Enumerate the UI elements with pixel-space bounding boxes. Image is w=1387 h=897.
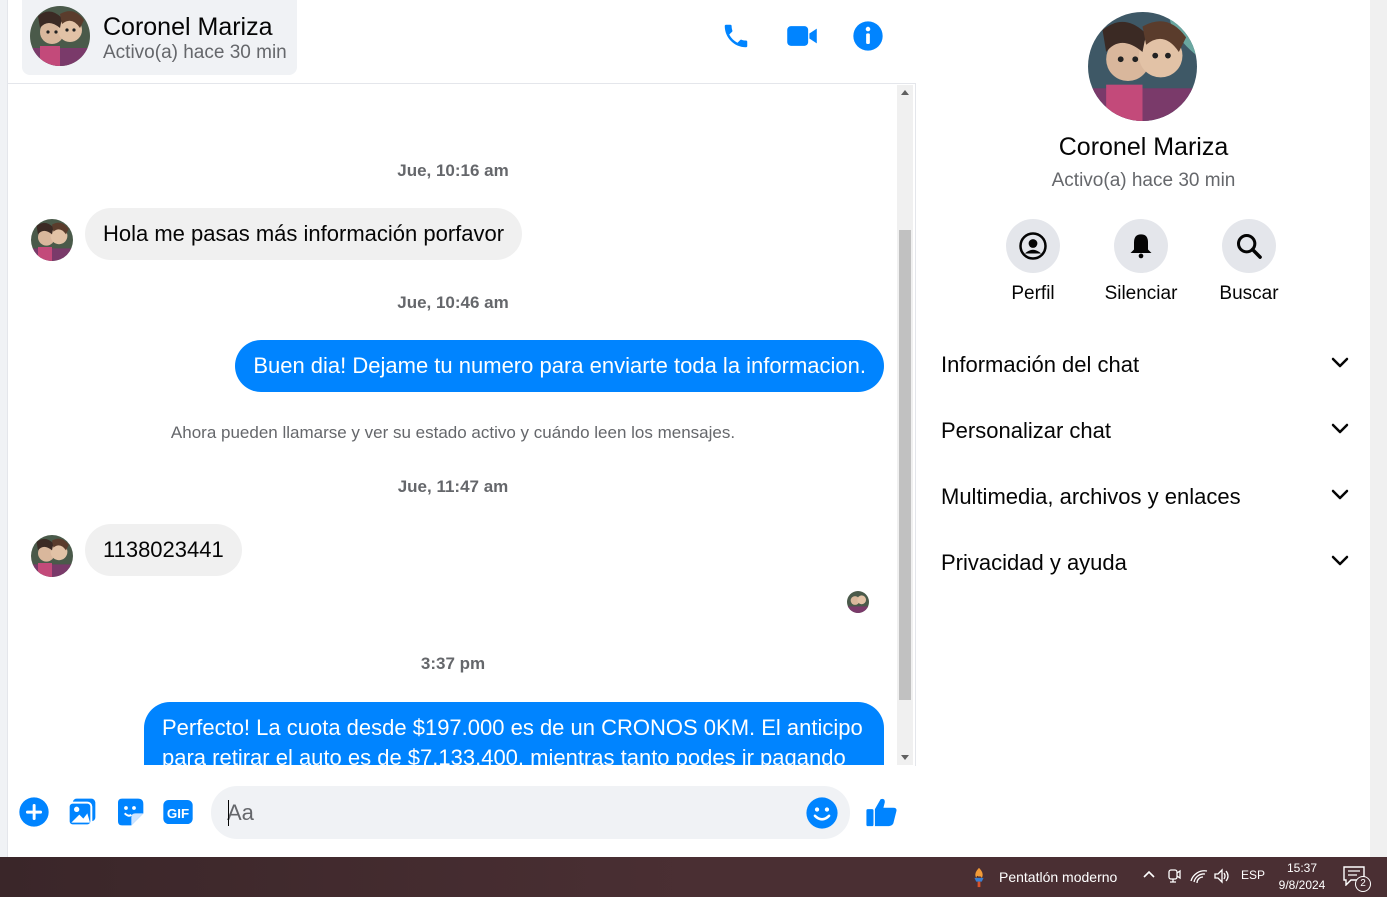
timestamp: Jue, 10:16 am xyxy=(397,161,509,180)
profile-label: Perfil xyxy=(1011,283,1055,304)
video-icon[interactable] xyxy=(784,18,820,54)
avatar[interactable] xyxy=(31,219,73,261)
message-line: Perfecto! La cuota desde $197.000 es de … xyxy=(162,715,863,740)
read-receipt-avatar xyxy=(847,591,869,613)
message-line: para retirar el auto es de $7.133.400, m… xyxy=(162,745,846,765)
notification-badge: 2 xyxy=(1355,876,1371,892)
chevron-down-icon xyxy=(1331,422,1349,440)
avatar[interactable] xyxy=(30,6,90,66)
taskbar-news-widget[interactable]: Pentatlón moderno xyxy=(968,866,1117,888)
contact-name: Coronel Mariza xyxy=(103,13,273,41)
mute-label: Silenciar xyxy=(1104,283,1178,304)
composer: GIF xyxy=(8,766,916,857)
clock-time: 15:37 xyxy=(1286,861,1318,875)
volume-icon[interactable] xyxy=(1213,868,1231,887)
message-outgoing[interactable]: Buen dia! Dejame tu numero para enviarte… xyxy=(235,340,884,392)
timestamp: Jue, 10:46 am xyxy=(397,293,509,312)
profile-icon[interactable] xyxy=(1006,219,1060,273)
profile-name: Coronel Mariza xyxy=(1058,133,1229,161)
message-list[interactable]: Jue, 10:16 am Hola me pasas más informac… xyxy=(8,85,898,765)
window-scrollbar[interactable] xyxy=(1370,0,1387,857)
thumbs-up-icon[interactable] xyxy=(865,795,899,829)
timestamp: 3:37 pm xyxy=(420,654,486,673)
chat-scrollbar[interactable] xyxy=(897,85,913,765)
photo-icon[interactable] xyxy=(65,795,99,829)
avatar[interactable] xyxy=(1088,12,1197,121)
section-label: Multimedia, archivos y enlaces xyxy=(941,484,1241,509)
message-incoming[interactable]: Hola me pasas más información porfavor xyxy=(85,208,523,260)
message-input-wrap[interactable] xyxy=(211,786,850,839)
scroll-up-arrow[interactable] xyxy=(901,90,909,95)
sticker-icon[interactable] xyxy=(113,795,147,829)
contact-status: Activo(a) hace 30 min xyxy=(103,42,287,63)
system-notice: Ahora pueden llamarse y ver su estado ac… xyxy=(170,423,736,442)
profile-status: Activo(a) hace 30 min xyxy=(1051,170,1236,191)
section-chat-info[interactable]: Información del chat xyxy=(941,342,1349,388)
timestamp: Jue, 11:47 am xyxy=(397,477,509,496)
message-outgoing[interactable]: Perfecto! La cuota desde $197.000 es de … xyxy=(144,702,884,765)
search-icon[interactable] xyxy=(1222,219,1276,273)
taskbar-app-label: Pentatlón moderno xyxy=(999,869,1118,885)
info-panel: Coronel Mariza Activo(a) hace 30 min Per… xyxy=(917,0,1370,857)
section-customize-chat[interactable]: Personalizar chat xyxy=(941,408,1349,454)
message-input[interactable] xyxy=(227,786,797,839)
profile-button[interactable]: Perfil xyxy=(983,219,1083,305)
chevron-down-icon xyxy=(1331,356,1349,374)
bell-icon[interactable] xyxy=(1114,219,1168,273)
meet-now-icon[interactable] xyxy=(1166,868,1182,887)
text-caret xyxy=(228,800,229,826)
search-label: Buscar xyxy=(1219,283,1279,304)
chat-panel: Coronel Mariza Activo(a) hace 30 min Jue… xyxy=(0,0,916,857)
taskbar: Pentatlón moderno ESP 15:37 9/8/2024 2 xyxy=(0,857,1387,897)
left-edge xyxy=(0,0,8,857)
chat-header: Coronel Mariza Activo(a) hace 30 min xyxy=(8,0,916,84)
section-label: Personalizar chat xyxy=(941,418,1111,443)
chevron-down-icon xyxy=(1331,554,1349,572)
messenger-window: Coronel Mariza Activo(a) hace 30 min Jue… xyxy=(0,0,1387,897)
emoji-icon[interactable] xyxy=(805,796,839,830)
contact-card[interactable]: Coronel Mariza Activo(a) hace 30 min xyxy=(22,0,297,75)
search-button[interactable]: Buscar xyxy=(1199,219,1299,305)
phone-icon[interactable] xyxy=(718,18,754,54)
avatar[interactable] xyxy=(31,535,73,577)
plus-icon[interactable] xyxy=(17,795,51,829)
section-label: Información del chat xyxy=(941,352,1140,377)
chevron-up-icon[interactable] xyxy=(1142,868,1156,885)
language-indicator[interactable]: ESP xyxy=(1241,868,1265,882)
section-privacy[interactable]: Privacidad y ayuda xyxy=(941,540,1349,586)
scroll-thumb[interactable] xyxy=(899,230,911,700)
gif-icon[interactable]: GIF xyxy=(161,795,195,829)
taskbar-clock[interactable]: 15:37 9/8/2024 xyxy=(1270,860,1334,894)
section-label: Privacidad y ayuda xyxy=(941,550,1127,575)
svg-text:GIF: GIF xyxy=(167,806,189,821)
notification-center[interactable]: 2 xyxy=(1343,866,1371,892)
section-media[interactable]: Multimedia, archivos y enlaces xyxy=(941,474,1349,520)
clock-date: 9/8/2024 xyxy=(1278,878,1326,892)
scroll-down-arrow[interactable] xyxy=(901,755,909,760)
wifi-icon[interactable] xyxy=(1190,868,1208,887)
chevron-down-icon xyxy=(1331,488,1349,506)
mute-button[interactable]: Silenciar xyxy=(1091,219,1191,305)
torch-icon xyxy=(974,867,984,888)
info-icon[interactable] xyxy=(850,18,886,54)
message-incoming[interactable]: 1138023441 xyxy=(85,524,242,576)
